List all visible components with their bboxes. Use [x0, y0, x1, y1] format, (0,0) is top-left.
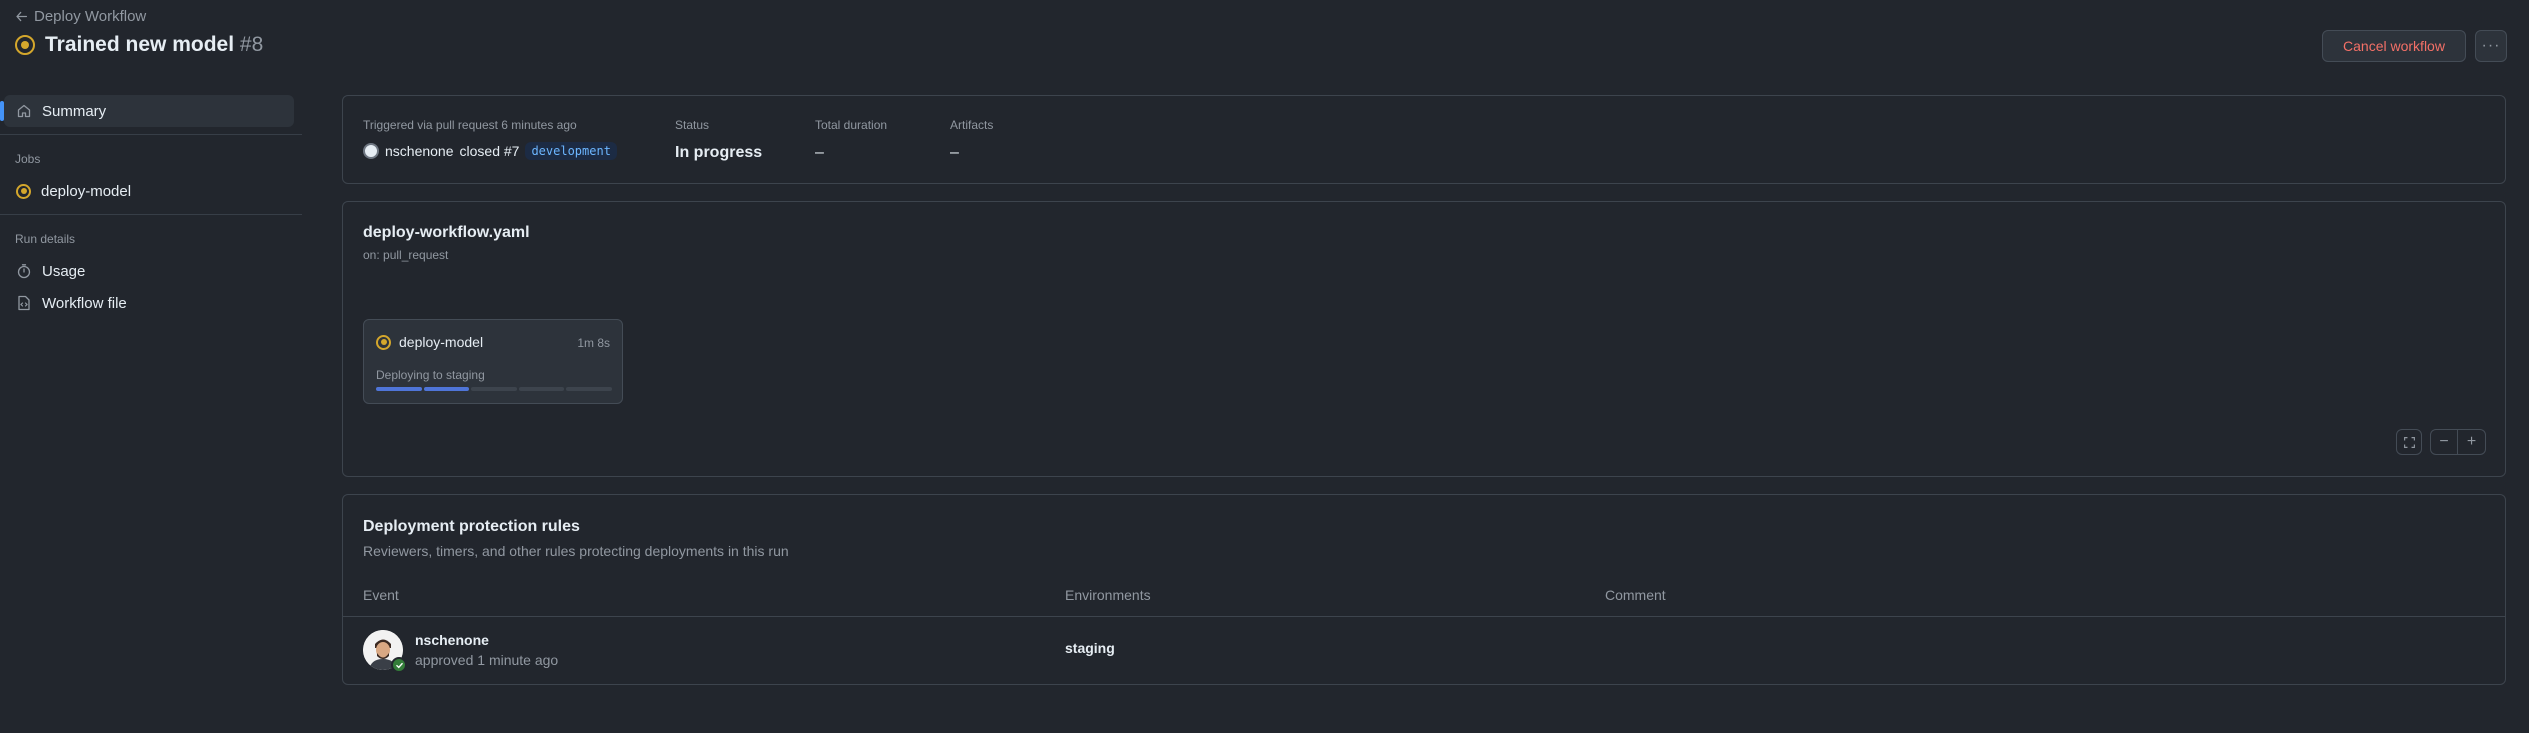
sidebar-item-deploy-model[interactable]: deploy-model [4, 175, 294, 207]
artifacts-label: Artifacts [950, 118, 994, 132]
run-title: Trained new model [45, 33, 235, 56]
workflow-graph-card: deploy-workflow.yaml on: pull_request de… [342, 201, 2506, 477]
divider [0, 134, 302, 135]
sidebar-item-label: deploy-model [41, 182, 132, 200]
deployment-protection-card: Deployment protection rules Reviewers, t… [342, 494, 2506, 685]
fullscreen-button[interactable] [2396, 429, 2422, 455]
job-progress-bar [376, 387, 612, 391]
page-title: Trained new model #8 [45, 33, 263, 57]
sidebar-item-label: Usage [42, 262, 86, 280]
trigger-info: Triggered via pull request 6 minutes ago… [363, 118, 617, 160]
run-number: #8 [239, 33, 264, 56]
progress-segment [518, 387, 565, 391]
column-header-event: Event [363, 587, 399, 603]
divider [0, 214, 302, 215]
check-circle-icon [391, 657, 407, 673]
zoom-in-button[interactable]: + [2458, 430, 2485, 454]
deployment-subtitle: Reviewers, timers, and other rules prote… [363, 543, 789, 559]
sidebar-item-label: Workflow file [42, 294, 127, 312]
avatar[interactable] [363, 143, 379, 159]
trigger-user-link[interactable]: nschenone [385, 143, 454, 159]
jobs-heading: Jobs [15, 152, 41, 166]
sidebar-item-label: Summary [42, 102, 107, 120]
plus-icon: + [2466, 433, 2477, 450]
kebab-horizontal-icon: ··· [2481, 37, 2501, 54]
status-label: Status [675, 118, 710, 132]
job-duration: 1m 8s [577, 336, 610, 350]
divider [343, 616, 2505, 617]
artifacts-value: – [950, 144, 959, 161]
in-progress-icon [15, 35, 35, 55]
status-info: Status In progress [675, 118, 762, 162]
trigger-action[interactable]: closed #7 [460, 143, 520, 159]
column-header-comment: Comment [1605, 587, 1666, 603]
sidebar-item-summary[interactable]: Summary [0, 95, 294, 127]
back-link[interactable]: Deploy Workflow [15, 8, 146, 25]
cancel-workflow-button[interactable]: Cancel workflow [2322, 30, 2466, 62]
reviewer-event: approved 1 minute ago [415, 652, 559, 668]
column-header-environments: Environments [1065, 587, 1151, 603]
screen-full-icon [2403, 436, 2416, 449]
file-code-icon [16, 295, 32, 311]
avatar[interactable] [363, 630, 407, 673]
progress-segment [566, 387, 612, 391]
reviewer-name[interactable]: nschenone [415, 632, 489, 648]
more-options-button[interactable]: ··· [2475, 30, 2507, 62]
progress-segment [423, 387, 470, 391]
run-summary-card: Triggered via pull request 6 minutes ago… [342, 95, 2506, 184]
home-icon [16, 103, 32, 119]
back-link-label: Deploy Workflow [34, 8, 147, 25]
environment-name[interactable]: staging [1065, 640, 1115, 656]
job-status-text: Deploying to staging [376, 368, 485, 382]
stopwatch-icon [16, 263, 32, 279]
artifacts-info: Artifacts – [950, 118, 993, 162]
duration-info: Total duration – [815, 118, 887, 162]
duration-label: Total duration [815, 118, 888, 132]
in-progress-icon [16, 183, 31, 199]
deployment-title: Deployment protection rules [363, 518, 580, 535]
run-details-heading: Run details [15, 232, 76, 246]
branch-badge[interactable]: development [525, 142, 617, 160]
minus-icon: − [2439, 433, 2449, 450]
progress-segment [471, 387, 517, 391]
in-progress-icon [376, 334, 391, 350]
job-name: deploy-model [399, 334, 484, 350]
duration-value: – [815, 144, 824, 161]
arrow-left-icon [15, 10, 28, 23]
zoom-controls: − + [2430, 429, 2486, 455]
job-card-deploy-model[interactable]: deploy-model 1m 8s Deploying to staging [363, 319, 623, 404]
sidebar-item-usage[interactable]: Usage [4, 255, 294, 287]
sidebar-item-workflow-file[interactable]: Workflow file [4, 287, 294, 319]
progress-segment [376, 387, 422, 391]
zoom-out-button[interactable]: − [2431, 430, 2459, 454]
trigger-label: Triggered via pull request 6 minutes ago [363, 118, 577, 132]
workflow-file-name: deploy-workflow.yaml [363, 224, 530, 241]
status-value: In progress [675, 144, 763, 161]
workflow-trigger: on: pull_request [363, 248, 449, 262]
page-title-row: Trained new model #8 [15, 33, 263, 57]
